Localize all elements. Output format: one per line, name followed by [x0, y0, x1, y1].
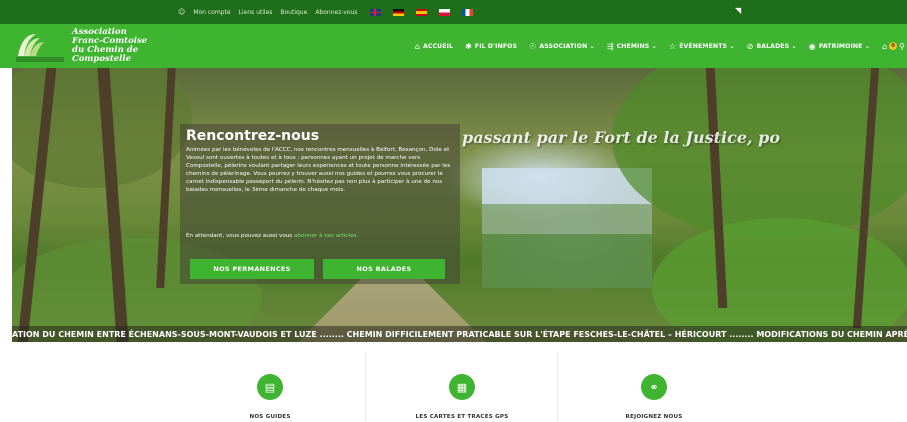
nav-patrimoine[interactable]: ◉ PATRIMOINE ⌄ [809, 42, 870, 51]
top-links: ☺ Mon compte Liens utiles Boutique Abonn… [178, 0, 473, 24]
main-nav: ⌂ ACCUEIL ✱ FIL D'INFOS ☉ ASSOCIATION ⌄ … [415, 24, 907, 68]
hero-valley-image [482, 168, 652, 288]
nav-label: ASSOCIATION ⌄ [539, 42, 595, 50]
top-bar: ☺ Mon compte Liens utiles Boutique Abonn… [0, 0, 907, 24]
nav-label: PATRIMOINE ⌄ [818, 42, 871, 50]
feature-label: NOS GUIDES [249, 414, 291, 420]
subscribe-articles-link[interactable]: abonner à nos articles. [294, 233, 358, 239]
foliage-bottom-right [652, 218, 907, 342]
top-link-account[interactable]: Mon compte [193, 9, 230, 16]
top-link-useful[interactable]: Liens utiles [239, 9, 273, 16]
nav-fil-infos[interactable]: ✱ FIL D'INFOS [465, 42, 517, 51]
nav-label: ACCUEIL [423, 42, 454, 50]
panel-text-2-prefix: En attendant, vous pouvez aussi vous [186, 233, 294, 239]
pin-icon: ✱ [465, 41, 472, 51]
flag-pl-icon[interactable] [438, 8, 450, 16]
user-icon: ☺ [178, 8, 186, 16]
feature-label: LES CARTES ET TRACES GPS [415, 414, 509, 420]
map-icon: ▦ [449, 374, 475, 400]
permanences-button[interactable]: NOS PERMANENCES [190, 259, 314, 279]
top-link-subscribe[interactable]: Abonnez-vous [315, 9, 357, 16]
search-icon[interactable]: ⚲ [899, 42, 905, 51]
feature-label: REJOIGNEZ NOUS [625, 414, 683, 420]
nav-chemins[interactable]: ⇶ CHEMINS ⌄ [607, 42, 657, 51]
nav-label: BALADES ⌄ [756, 42, 797, 50]
top-link-shop[interactable]: Boutique [280, 9, 307, 16]
rencontre-panel: Rencontrez-nous Animées par les bénévole… [180, 124, 460, 284]
cart-icon: ⌂ [882, 41, 888, 51]
balades-button[interactable]: NOS BALADES [323, 259, 445, 279]
brand-name[interactable]: Association Franc-Comtoise du Chemin de … [72, 28, 147, 64]
people-icon: ☉ [529, 41, 537, 51]
page: ☺ Mon compte Liens utiles Boutique Abonn… [0, 0, 907, 422]
hero-overlay-title: passant par le Fort de la Justice, po [462, 128, 781, 147]
feature-join[interactable]: ⚭ REJOIGNEZ NOUS [559, 342, 749, 422]
nav-label: CHEMINS ⌄ [616, 42, 657, 50]
panel-text-2: En attendant, vous pouvez aussi vous abo… [186, 232, 454, 240]
star-icon: ☆ [668, 41, 677, 51]
nav-label: FIL D'INFOS [474, 42, 518, 50]
nav-evenements[interactable]: ☆ ÉVÉNEMENTS ⌄ [669, 42, 735, 51]
nav-accueil[interactable]: ⌂ ACCUEIL [415, 42, 453, 51]
nav-balades[interactable]: ⊘ BALADES ⌄ [747, 42, 797, 51]
cart-count-badge: 0 [889, 42, 898, 50]
divider [557, 352, 558, 422]
cart-button[interactable]: ⌂ 0 ⚲ [882, 42, 905, 51]
panel-text: Animées par les bénévoles de l'ACCC, nos… [186, 147, 451, 194]
news-ticker[interactable]: ATION DU CHEMIN ENTRE ÉCHENANS-SOUS-MONT… [12, 326, 907, 342]
flag-fr-icon[interactable] [461, 8, 473, 16]
site-logo[interactable] [14, 28, 66, 64]
divider [365, 352, 366, 422]
rss-icon[interactable]: ◥ [735, 6, 745, 16]
brand-line-4: Compostelle [72, 54, 132, 64]
panel-title: Rencontrez-nous [186, 128, 320, 144]
compass-icon: ⊘ [746, 41, 754, 51]
flag-uk-icon[interactable] [369, 8, 381, 16]
nav-label: ÉVÉNEMENTS ⌄ [679, 42, 735, 50]
flag-es-icon[interactable] [415, 8, 427, 16]
feature-maps[interactable]: ▦ LES CARTES ET TRACES GPS [367, 342, 557, 422]
book-icon: ▤ [257, 374, 283, 400]
site-header: Association Franc-Comtoise du Chemin de … [0, 24, 907, 68]
flag-de-icon[interactable] [392, 8, 404, 16]
signpost-icon: ⇶ [606, 41, 614, 51]
feature-guides[interactable]: ▤ NOS GUIDES [175, 342, 365, 422]
handshake-icon: ⚭ [641, 374, 667, 400]
features-row: ▤ NOS GUIDES ▦ LES CARTES ET TRACES GPS … [0, 342, 907, 422]
nav-association[interactable]: ☉ ASSOCIATION ⌄ [529, 42, 595, 51]
eye-icon: ◉ [808, 41, 816, 51]
home-icon: ⌂ [414, 41, 421, 51]
